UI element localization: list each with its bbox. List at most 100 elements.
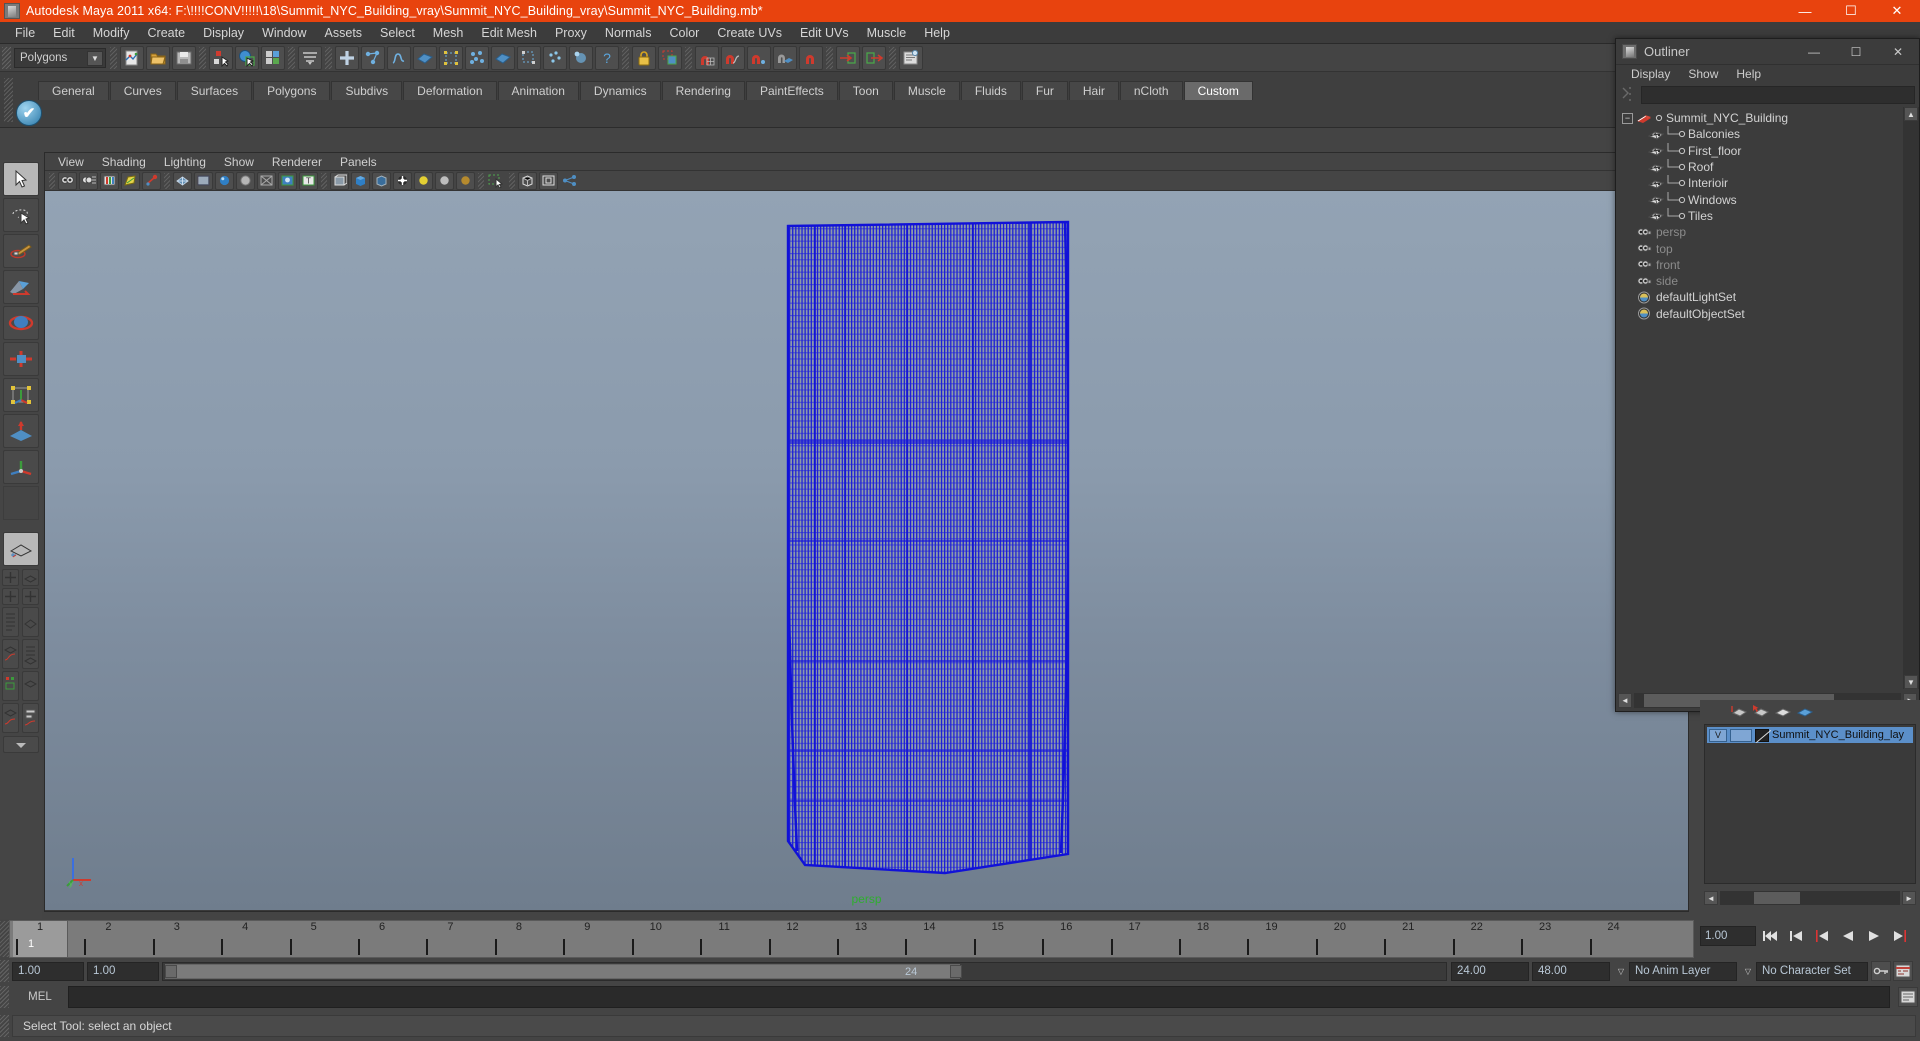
mask-all-icon[interactable]	[335, 45, 359, 70]
script-editor-icon[interactable]	[1898, 987, 1918, 1007]
anim-end-time-field[interactable]: 48.00	[1532, 961, 1610, 981]
select-by-object-type-icon[interactable]	[235, 45, 259, 70]
layer-visibility-toggle[interactable]: V	[1709, 728, 1727, 742]
step-forward-frame-button[interactable]	[1888, 925, 1912, 947]
layout-outliner-panel-icon[interactable]	[1, 607, 19, 637]
xray-cube-icon[interactable]	[372, 171, 391, 190]
outliner-item-roof[interactable]: Roof	[1616, 159, 1903, 175]
outliner-search-input[interactable]	[1641, 86, 1915, 104]
layer-scroll-track[interactable]	[1720, 891, 1900, 905]
layout-single-perspective-icon[interactable]	[3, 532, 39, 566]
snap-to-grid-icon[interactable]	[695, 45, 719, 70]
shelf-tab-fur[interactable]: Fur	[1021, 81, 1068, 100]
statusline-grip[interactable]	[2, 46, 11, 69]
close-button[interactable]: ✕	[1874, 0, 1920, 22]
layer-scroll-thumb[interactable]	[1754, 892, 1800, 904]
outliner-item-summit_nyc_building[interactable]: − Summit_NYC_Building	[1616, 110, 1903, 126]
range-end-handle[interactable]	[950, 964, 962, 978]
range-bar-fill[interactable]	[165, 963, 960, 979]
select-by-hierarchy-icon[interactable]	[209, 45, 233, 70]
default-light-icon[interactable]	[393, 171, 412, 190]
layout-persp-graph-editor-icon[interactable]	[1, 703, 19, 733]
outliner-menu-help[interactable]: Help	[1727, 66, 1770, 82]
input-connections-icon[interactable]	[836, 45, 860, 70]
mask-curves-icon[interactable]	[387, 45, 411, 70]
viewport-menu-show[interactable]: Show	[215, 154, 263, 170]
shade-options-icon[interactable]	[257, 171, 276, 190]
menu-item-edit-mesh[interactable]: Edit Mesh	[472, 24, 546, 42]
help-line-grip[interactable]	[0, 1015, 9, 1037]
outliner-scroll-left-button[interactable]: ◄	[1618, 692, 1632, 708]
layer-playback-toggle[interactable]	[1730, 728, 1752, 742]
shelf-tab-ncloth[interactable]: nCloth	[1119, 81, 1183, 100]
menu-set-selector[interactable]: Polygons ▼	[14, 47, 106, 68]
shelf-tab-fluids[interactable]: Fluids	[960, 81, 1021, 100]
viewport-menu-panels[interactable]: Panels	[331, 154, 386, 170]
lock-icon[interactable]	[632, 45, 656, 70]
wireframe-on-shaded-icon[interactable]	[330, 171, 349, 190]
layout-persp-panel-icon[interactable]	[21, 607, 39, 637]
soft-modification-tool[interactable]	[3, 414, 39, 448]
menu-item-muscle[interactable]: Muscle	[858, 24, 916, 42]
texture-display-icon[interactable]	[278, 171, 297, 190]
snap-to-view-icon[interactable]	[799, 45, 823, 70]
share-nodes-icon[interactable]	[560, 172, 579, 190]
menu-item-mesh[interactable]: Mesh	[424, 24, 473, 42]
shelf-tab-dynamics[interactable]: Dynamics	[579, 81, 661, 100]
outliner-filter-icon[interactable]	[1620, 86, 1638, 104]
layer-color-swatch[interactable]	[1755, 728, 1769, 742]
help-question-icon[interactable]: ?	[595, 45, 619, 70]
mask-fluids-icon[interactable]	[569, 45, 593, 70]
layout-two-panes-stacked-icon[interactable]	[1, 588, 19, 605]
smooth-shade-all-icon[interactable]	[194, 171, 213, 190]
anim-layer-field[interactable]: No Anim Layer	[1629, 961, 1737, 981]
animation-preferences-icon[interactable]	[1893, 961, 1913, 981]
command-language-label[interactable]: MEL	[12, 991, 68, 1003]
outliner-minimize-button[interactable]: —	[1793, 39, 1835, 65]
layout-persp-outliner-icon[interactable]	[21, 569, 39, 586]
outliner-item-side[interactable]: side	[1616, 273, 1903, 289]
camera-attributes-icon[interactable]	[79, 171, 98, 190]
playback-start-time-field[interactable]: 1.00	[87, 961, 159, 981]
menu-item-select[interactable]: Select	[371, 24, 424, 42]
outliner-expand-toggle[interactable]: −	[1622, 112, 1633, 124]
isolate-select-icon[interactable]	[487, 172, 506, 190]
go-to-start-button[interactable]	[1758, 925, 1782, 947]
range-start-handle[interactable]	[165, 964, 177, 978]
layout-four-view-icon[interactable]	[1, 569, 19, 586]
layer-row[interactable]: V Summit_NYC_Building_lay	[1707, 727, 1913, 743]
outliner-item-top[interactable]: top	[1616, 240, 1903, 256]
mask-misc-icon[interactable]	[517, 45, 541, 70]
open-scene-icon[interactable]	[146, 45, 170, 70]
outliner-item-front[interactable]: front	[1616, 257, 1903, 273]
playback-end-time-field[interactable]: 24.00	[1451, 961, 1529, 981]
snap-to-plane-icon[interactable]	[773, 45, 797, 70]
viewport-menu-view[interactable]: View	[49, 154, 93, 170]
layer-editor-scrollbar[interactable]: ◄ ►	[1704, 888, 1916, 908]
layout-persp-channel-icon[interactable]	[21, 639, 39, 669]
menu-item-window[interactable]: Window	[253, 24, 315, 42]
layout-render-view-icon[interactable]	[1, 671, 19, 701]
outliner-item-defaultobjectset[interactable]: defaultObjectSet	[1616, 306, 1903, 322]
time-slider-track[interactable]: 1 1 2 3 4 5 6 7 8 9 10 11 12 13 14 15 16 17 18 19 20 21 22 23 2…	[9, 920, 1694, 958]
layer-highlight-icon[interactable]	[1796, 704, 1814, 718]
xray-mode-icon[interactable]	[518, 171, 537, 190]
paint-selection-tool[interactable]	[3, 234, 39, 268]
select-camera-icon[interactable]	[58, 171, 77, 190]
shelf-tab-painteffects[interactable]: PaintEffects	[745, 81, 838, 100]
snap-to-point-icon[interactable]	[747, 45, 771, 70]
outliner-item-persp[interactable]: persp	[1616, 224, 1903, 240]
minimize-button[interactable]: —	[1782, 0, 1828, 22]
outliner-maximize-button[interactable]: ☐	[1835, 39, 1877, 65]
paint-effects-globe-icon[interactable]	[142, 171, 161, 190]
current-time-field[interactable]: 1.00	[1700, 926, 1756, 946]
flat-shade-icon[interactable]	[236, 171, 255, 190]
menu-item-assets[interactable]: Assets	[316, 24, 372, 42]
viewport-3d-canvas[interactable]: y x persp	[45, 191, 1688, 910]
menu-item-edit-uvs[interactable]: Edit UVs	[791, 24, 858, 42]
select-by-component-type-icon[interactable]	[261, 45, 285, 70]
character-set-dropdown-arrow[interactable]: ▽	[1740, 962, 1756, 981]
range-slider-grip[interactable]	[0, 960, 9, 982]
mel-command-input[interactable]	[68, 986, 1890, 1008]
layer-scroll-right-button[interactable]: ►	[1902, 891, 1916, 905]
